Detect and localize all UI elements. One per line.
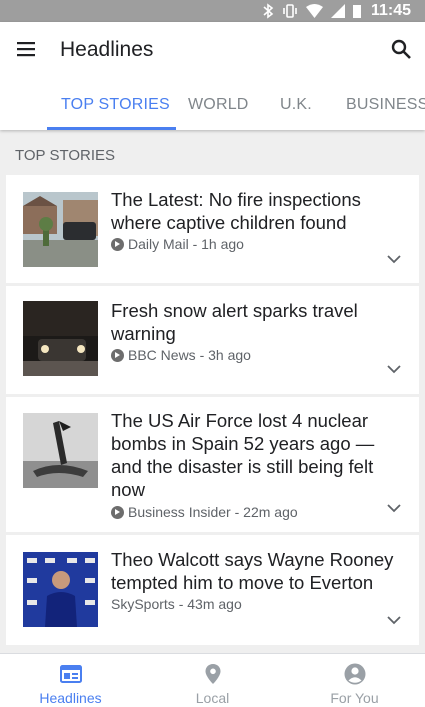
- article-title[interactable]: The Latest: No fire inspections where ca…: [111, 188, 401, 234]
- wreckage-photo-thumbnail[interactable]: [23, 413, 98, 488]
- nav-for-you[interactable]: For You: [284, 654, 425, 707]
- article-source-time: Daily Mail - 1h ago: [128, 236, 244, 252]
- chevron-down-icon[interactable]: [387, 503, 401, 513]
- chevron-down-icon[interactable]: [387, 615, 401, 625]
- clock: 11:45: [370, 2, 411, 19]
- bottom-navigation: Headlines Local For You: [0, 653, 425, 707]
- article-title[interactable]: The US Air Force lost 4 nuclear bombs in…: [111, 409, 401, 501]
- tab-bar: TOP STORIES WORLD U.K. BUSINESS: [0, 90, 425, 130]
- article-meta: Business Insider - 22m ago: [111, 504, 298, 520]
- search-icon[interactable]: [389, 37, 413, 61]
- snow-night-car-photo-thumbnail[interactable]: [23, 301, 98, 376]
- footballer-photo-thumbnail[interactable]: [23, 552, 98, 627]
- location-pin-icon: [205, 664, 220, 684]
- status-bar: 11:45: [0, 0, 425, 22]
- article-source-time: Business Insider - 22m ago: [128, 504, 298, 520]
- article-source-time: BBC News - 3h ago: [128, 347, 251, 363]
- signal-icon: [330, 4, 345, 18]
- chevron-down-icon[interactable]: [387, 254, 401, 264]
- article-meta: SkySports - 43m ago: [111, 596, 242, 612]
- wifi-icon: [305, 4, 323, 18]
- battery-icon: [352, 5, 361, 18]
- section-title: TOP STORIES: [15, 147, 116, 164]
- tab-indicator: [47, 127, 176, 130]
- status-icons: 11:45: [262, 2, 411, 20]
- tab-uk[interactable]: U.K.: [280, 96, 312, 114]
- person-icon: [344, 663, 365, 685]
- nav-label: Local: [195, 690, 230, 706]
- article-title[interactable]: Fresh snow alert sparks travel warning: [111, 299, 401, 345]
- article-source-time: SkySports - 43m ago: [111, 596, 242, 612]
- source-icon: [111, 237, 124, 251]
- article-card[interactable]: Fresh snow alert sparks travel warning B…: [6, 286, 419, 394]
- tab-top-stories[interactable]: TOP STORIES: [61, 96, 170, 114]
- tab-world[interactable]: WORLD: [188, 96, 249, 114]
- bluetooth-icon: [263, 3, 274, 19]
- article-card[interactable]: The US Air Force lost 4 nuclear bombs in…: [6, 397, 419, 532]
- source-icon: [111, 505, 124, 519]
- source-icon: [111, 348, 124, 362]
- house-photo-thumbnail[interactable]: [23, 192, 98, 267]
- tab-business[interactable]: BUSINESS: [346, 96, 425, 114]
- article-meta: BBC News - 3h ago: [111, 347, 251, 363]
- nav-label: Headlines: [39, 690, 102, 706]
- page-title: Headlines: [60, 38, 154, 61]
- nav-label: For You: [330, 690, 379, 706]
- nav-headlines[interactable]: Headlines: [0, 654, 141, 707]
- newspaper-icon: [59, 665, 82, 683]
- menu-icon[interactable]: [14, 37, 38, 61]
- chevron-down-icon[interactable]: [387, 364, 401, 374]
- article-title[interactable]: Theo Walcott says Wayne Rooney tempted h…: [111, 548, 401, 594]
- article-card[interactable]: Theo Walcott says Wayne Rooney tempted h…: [6, 535, 419, 645]
- article-card[interactable]: The Latest: No fire inspections where ca…: [6, 175, 419, 283]
- vibrate-icon: [283, 4, 297, 18]
- app-bar: Headlines TOP STORIES WORLD U.K. BUSINES…: [0, 22, 425, 130]
- nav-local[interactable]: Local: [142, 654, 283, 707]
- article-meta: Daily Mail - 1h ago: [111, 236, 244, 252]
